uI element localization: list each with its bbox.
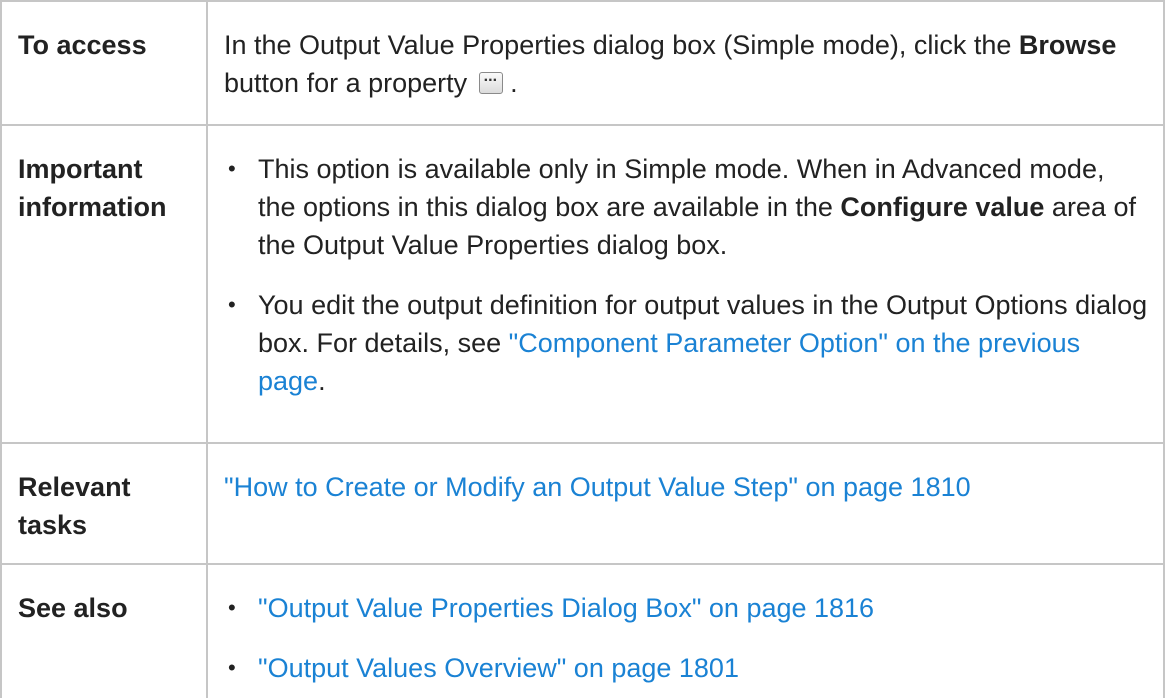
bullet-icon: • xyxy=(228,595,236,620)
row-to-access: To access In the Output Value Properties… xyxy=(0,0,1165,126)
important-bullet-list: • This option is available only in Simpl… xyxy=(224,150,1149,400)
content-relevant-tasks: "How to Create or Modify an Output Value… xyxy=(206,442,1165,565)
label-to-access: To access xyxy=(0,0,208,126)
label-tasks-line2: tasks xyxy=(18,510,88,540)
list-item: • "Output Values Overview" on page 1801 xyxy=(224,649,1149,687)
label-important-information: Important information xyxy=(0,124,208,444)
access-text-before: In the Output Value Properties dialog bo… xyxy=(224,30,1019,60)
list-item: • You edit the output definition for out… xyxy=(224,286,1149,400)
info-table: To access In the Output Value Properties… xyxy=(0,0,1165,698)
row-important-information: Important information • This option is a… xyxy=(0,124,1165,444)
label-important-line2: information xyxy=(18,192,167,222)
link-how-to-create-output-value-step[interactable]: "How to Create or Modify an Output Value… xyxy=(224,472,971,502)
link-output-value-properties-dialog-box[interactable]: "Output Value Properties Dialog Box" on … xyxy=(258,593,874,623)
link-output-values-overview[interactable]: "Output Values Overview" on page 1801 xyxy=(258,653,739,683)
access-text-after: button for a property xyxy=(224,68,468,98)
bullet-icon: • xyxy=(228,655,236,680)
see-also-bullet-list: • "Output Value Properties Dialog Box" o… xyxy=(224,589,1149,687)
label-to-access-text: To access xyxy=(18,30,147,60)
bullet2-text-after: . xyxy=(318,366,326,396)
row-see-also: See also • "Output Value Properties Dial… xyxy=(0,563,1165,698)
content-see-also: • "Output Value Properties Dialog Box" o… xyxy=(206,563,1165,698)
label-see-also-text: See also xyxy=(18,593,128,623)
bullet1-bold: Configure value xyxy=(840,192,1045,222)
content-important-information: • This option is available only in Simpl… xyxy=(206,124,1165,444)
browse-button-icon xyxy=(478,58,503,96)
bullet-icon: • xyxy=(228,292,236,317)
bullet-icon: • xyxy=(228,156,236,181)
row-relevant-tasks: Relevant tasks "How to Create or Modify … xyxy=(0,442,1165,565)
list-item: • "Output Value Properties Dialog Box" o… xyxy=(224,589,1149,627)
access-bold-browse: Browse xyxy=(1018,30,1117,60)
access-end-text: . xyxy=(502,68,518,98)
label-see-also: See also xyxy=(0,563,208,698)
label-tasks-line1: Relevant xyxy=(18,472,131,502)
label-important-line1: Important xyxy=(18,154,143,184)
list-item: • This option is available only in Simpl… xyxy=(224,150,1149,264)
label-relevant-tasks: Relevant tasks xyxy=(0,442,208,565)
content-to-access: In the Output Value Properties dialog bo… xyxy=(206,0,1165,126)
